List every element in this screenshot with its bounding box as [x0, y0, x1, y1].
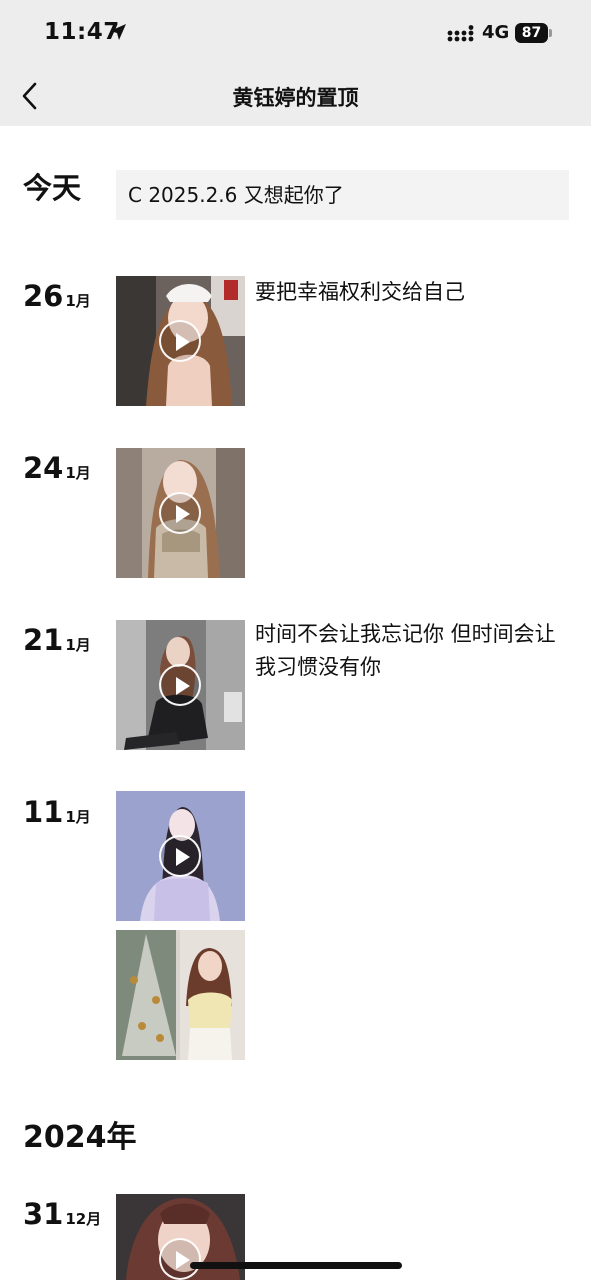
- battery-icon: 87: [515, 23, 548, 43]
- play-icon: [159, 492, 201, 534]
- video-thumbnail[interactable]: [116, 276, 245, 406]
- post-date: 21 1月: [23, 624, 91, 661]
- page-title: 黄钰婷的置顶: [232, 86, 359, 110]
- post-date: 24 1月: [23, 452, 91, 489]
- cellular-signal-icon: [447, 25, 474, 42]
- battery-level: 87: [521, 25, 542, 41]
- image-thumbnail[interactable]: [116, 930, 245, 1060]
- post-month: 1月: [65, 636, 91, 654]
- play-icon: [159, 1238, 201, 1280]
- post-day: 今天: [23, 171, 82, 205]
- post-day: 11: [23, 795, 64, 829]
- post-caption: 要把幸福权利交给自己: [255, 280, 465, 304]
- post-day: 26: [23, 279, 64, 313]
- text-post-content: C 2025.2.6 又想起你了: [128, 183, 344, 207]
- post-month: 1月: [65, 464, 91, 482]
- post-month: 12月: [65, 1210, 102, 1228]
- play-icon: [159, 320, 201, 362]
- video-thumbnail[interactable]: [116, 620, 245, 750]
- status-bar: 11:47 4G 87: [0, 0, 591, 66]
- post-caption: 时间不会让我忘记你 但时间会让我习惯没有你: [255, 622, 556, 679]
- play-icon: [159, 664, 201, 706]
- post-month: 1月: [65, 808, 91, 826]
- post-day: 31: [23, 1197, 64, 1231]
- post-date: 11 1月: [23, 796, 91, 833]
- post-month: 1月: [65, 292, 91, 310]
- play-icon: [159, 835, 201, 877]
- home-indicator[interactable]: [190, 1262, 402, 1269]
- network-type: 4G: [482, 22, 510, 43]
- text-post-card[interactable]: C 2025.2.6 又想起你了: [116, 170, 569, 220]
- video-thumbnail[interactable]: [116, 448, 245, 578]
- post-day: 24: [23, 451, 64, 485]
- post-day: 21: [23, 623, 64, 657]
- battery-tip: [549, 29, 552, 37]
- year-header: 2024年: [23, 1120, 137, 1155]
- location-arrow-icon: [110, 24, 126, 40]
- post-date: 26 1月: [23, 280, 91, 317]
- nav-bar: 黄钰婷的置顶: [0, 66, 591, 126]
- post-date: 31 12月: [23, 1198, 101, 1235]
- post-date-today: 今天: [23, 172, 81, 204]
- thumbnail-image: [116, 930, 245, 1060]
- video-thumbnail[interactable]: [116, 791, 245, 921]
